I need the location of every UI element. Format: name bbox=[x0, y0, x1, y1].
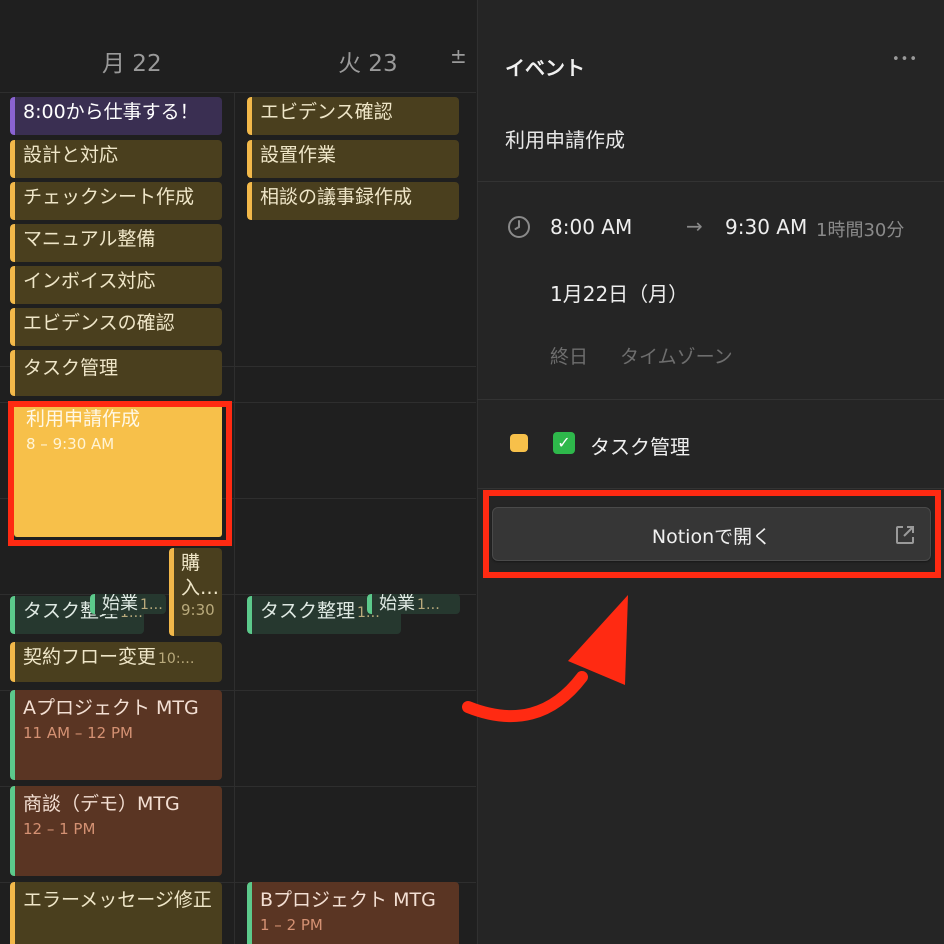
event-time: 1 – 2 PM bbox=[260, 916, 323, 934]
day-header-mon[interactable]: 月 22 bbox=[102, 44, 162, 78]
event-block[interactable]: 相談の議事録作成 bbox=[247, 182, 459, 220]
duration-label: 1時間30分 bbox=[816, 220, 905, 241]
event-title: Aプロジェクト MTG bbox=[23, 697, 199, 719]
clock-icon bbox=[508, 216, 530, 238]
event-title: エビデンスの確認 bbox=[23, 312, 175, 334]
event-block[interactable]: 8:00から仕事する！ bbox=[10, 97, 222, 135]
event-block[interactable]: Bプロジェクト MTG 1 – 2 PM bbox=[247, 882, 459, 944]
event-title: タスク整理 bbox=[260, 600, 356, 622]
grid-line bbox=[0, 92, 476, 93]
annotation-arrow-icon bbox=[462, 595, 628, 723]
highlight-box bbox=[8, 401, 232, 546]
event-title: 設計と対応 bbox=[23, 144, 119, 166]
event-block[interactable]: 始業 1… bbox=[367, 594, 460, 614]
day-divider bbox=[234, 92, 235, 944]
event-time: 1… bbox=[417, 597, 440, 613]
event-title: マニュアル整備 bbox=[23, 228, 156, 250]
more-icon[interactable]: ••• bbox=[892, 52, 918, 67]
event-time: 11 AM – 12 PM bbox=[23, 724, 133, 742]
event-block[interactable]: 設置作業 bbox=[247, 140, 459, 178]
event-time: 1… bbox=[140, 597, 163, 613]
divider bbox=[477, 181, 944, 182]
start-time[interactable]: 8:00 AM bbox=[550, 215, 632, 239]
timezone-button[interactable]: タイムゾーン bbox=[620, 342, 733, 369]
event-time: 10:… bbox=[158, 651, 195, 667]
day-header-tue[interactable]: 火 23 bbox=[338, 44, 398, 78]
calendar-week-view: 月 22 火 23 ± 8:00から仕事する！ 設計と対応 チェックシート作成 … bbox=[0, 0, 476, 944]
event-block[interactable]: Aプロジェクト MTG 11 AM – 12 PM bbox=[10, 690, 222, 780]
divider bbox=[477, 488, 944, 489]
event-title: 契約フロー変更 bbox=[23, 646, 157, 668]
event-title: 8:00から仕事する！ bbox=[23, 101, 199, 123]
task-label[interactable]: タスク管理 bbox=[590, 431, 690, 460]
arrow-icon: → bbox=[686, 214, 703, 238]
checkbox-icon: ✓ bbox=[553, 432, 575, 454]
event-block[interactable]: マニュアル整備 bbox=[10, 224, 222, 262]
event-title: タスク管理 bbox=[23, 357, 119, 379]
event-block[interactable]: 商談（デモ）MTG 12 – 1 PM bbox=[10, 786, 222, 876]
end-time[interactable]: 9:30 AM bbox=[725, 215, 807, 239]
calendar-color-dot bbox=[510, 434, 528, 452]
event-block[interactable]: 始業 1… bbox=[90, 594, 166, 614]
panel-header: イベント bbox=[505, 56, 585, 80]
event-title: 始業 bbox=[102, 594, 138, 614]
event-block[interactable]: チェックシート作成 bbox=[10, 182, 222, 220]
highlight-box bbox=[483, 490, 941, 578]
event-title: チェックシート作成 bbox=[23, 186, 195, 208]
event-date[interactable]: 1月22日（月） bbox=[550, 278, 688, 307]
event-block[interactable]: インボイス対応 bbox=[10, 266, 222, 304]
event-title: Bプロジェクト MTG bbox=[260, 889, 436, 911]
event-time: 9:30 bbox=[181, 601, 215, 619]
event-title: 商談（デモ）MTG bbox=[23, 793, 180, 815]
event-block[interactable]: タスク管理 bbox=[10, 350, 222, 396]
event-title: エラーメッセージ修正 bbox=[23, 889, 212, 911]
event-title: エビデンス確認 bbox=[260, 101, 393, 123]
event-block[interactable]: エビデンス確認 bbox=[247, 97, 459, 135]
event-title: インボイス対応 bbox=[23, 270, 156, 292]
event-title: 購入… bbox=[181, 552, 220, 599]
event-time: 12 – 1 PM bbox=[23, 820, 96, 838]
event-block[interactable]: 設計と対応 bbox=[10, 140, 222, 178]
event-block[interactable]: 購入… 9:30 bbox=[169, 548, 222, 636]
event-block[interactable]: エビデンスの確認 bbox=[10, 308, 222, 346]
divider bbox=[477, 399, 944, 400]
add-icon[interactable]: ± bbox=[450, 44, 467, 68]
event-title-field[interactable]: 利用申請作成 bbox=[505, 124, 625, 153]
event-title: 設置作業 bbox=[260, 144, 337, 166]
all-day-toggle[interactable]: 終日 bbox=[550, 342, 588, 369]
event-title: 相談の議事録作成 bbox=[260, 186, 413, 208]
event-block[interactable]: エラーメッセージ修正 bbox=[10, 882, 222, 944]
event-block[interactable]: 契約フロー変更 10:… bbox=[10, 642, 222, 682]
event-title: 始業 bbox=[379, 594, 415, 614]
